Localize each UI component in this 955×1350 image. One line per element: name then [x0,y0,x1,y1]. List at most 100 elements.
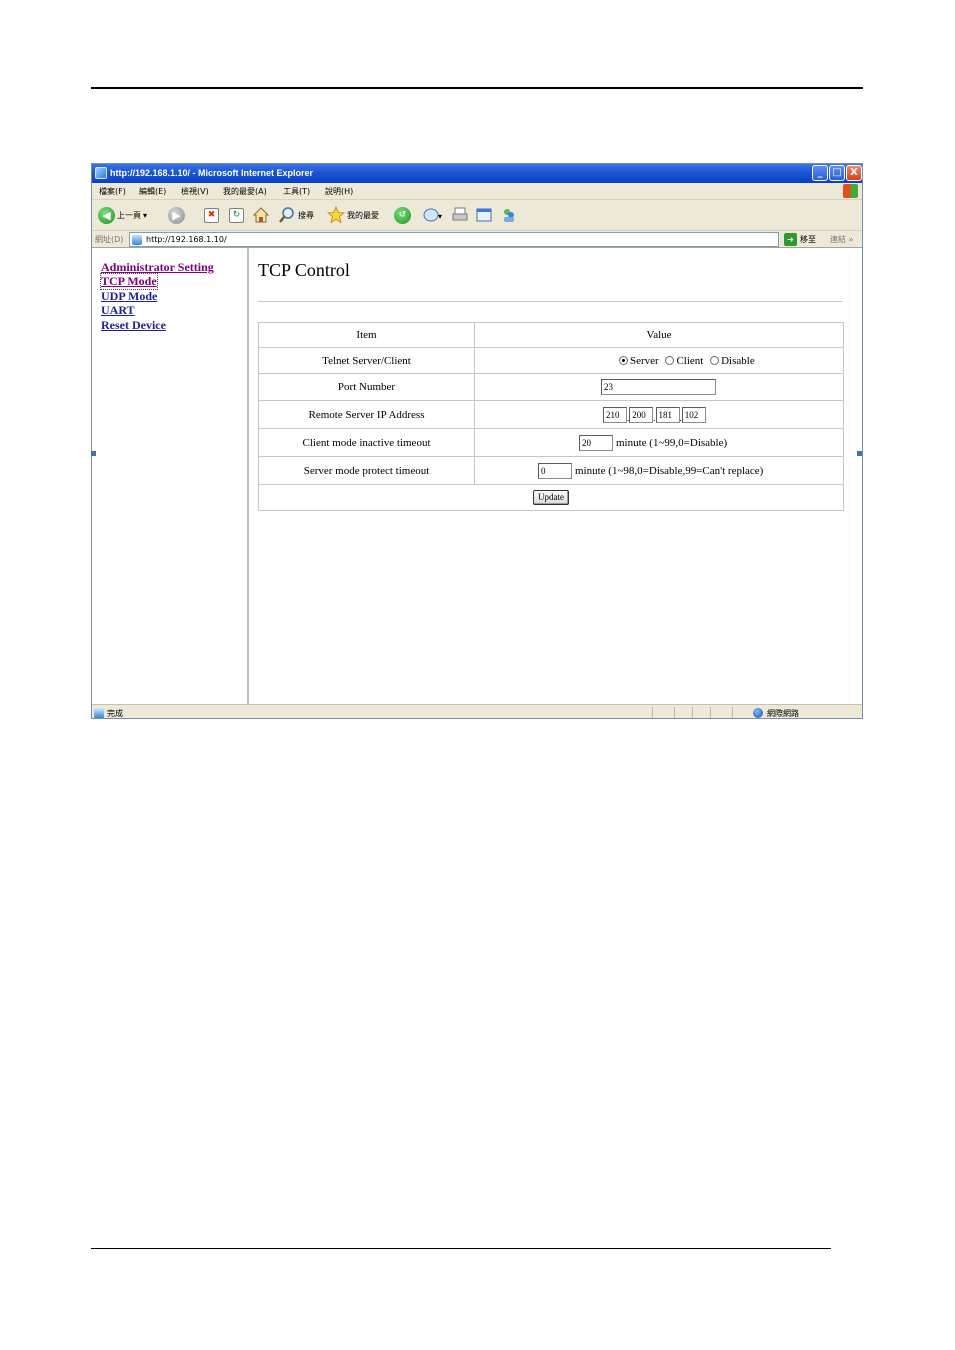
ip-octet-2-input[interactable]: 200 [629,406,654,423]
search-button[interactable]: 搜尋 [278,206,314,224]
minimize-button[interactable]: _ [812,165,828,181]
address-url: http://192.168.1.10/ [146,235,227,244]
page-icon [132,235,142,245]
windows-logo-icon [843,184,858,198]
update-cell: Update [258,484,844,511]
main-frame: TCP Control Item Value Telnet Server/Cli… [251,248,862,704]
server-timeout-input[interactable]: 0 [538,462,572,479]
resize-handle-right[interactable] [857,451,862,456]
nav-frame: Administrator Setting TCP Mode UDP Mode … [92,248,249,704]
menu-file[interactable]: 檔案(F) [99,186,126,197]
header-item: Item [258,322,475,348]
ie-icon [95,167,107,179]
menu-bar: 檔案(F) 編輯(E) 檢視(V) 我的最愛(A) 工具(T) 說明(H) [92,183,862,200]
server-timeout-unit: minute (1~98,0=Disable,99=Can't replace) [575,464,764,477]
client-timeout-unit: minute (1~99,0=Disable) [616,436,728,449]
telnet-client-radio[interactable] [665,355,675,365]
table-header-row: Item Value [258,322,844,348]
resize-handle-left[interactable] [91,451,96,456]
svg-text:▾: ▾ [438,212,442,221]
page-bottom-rule [91,1248,831,1249]
table-row: Port Number 23 [258,373,844,401]
mail-button[interactable]: ▾ [422,206,444,224]
telnet-label: Telnet Server/Client [258,347,475,374]
print-button[interactable] [451,206,469,224]
messenger-button[interactable] [500,206,518,224]
nav-link-uart[interactable]: UART [101,303,135,318]
status-divider [710,707,711,718]
table-row: Server mode protect timeout 0 minute (1~9… [258,456,844,485]
security-zone: 網際網路 [767,709,799,718]
telnet-server-radio[interactable] [619,355,628,365]
refresh-icon: ↻ [229,207,244,223]
telnet-disable-label: Disable [721,354,755,367]
home-icon [252,207,270,223]
server-timeout-cell: 0 minute (1~98,0=Disable,99=Can't replace… [474,456,844,485]
ip-octet-4-input[interactable]: 102 [681,406,706,423]
nav-link-reset-device[interactable]: Reset Device [101,318,166,333]
telnet-options: Server Client Disable [474,347,844,374]
messenger-icon [504,209,514,222]
mail-icon: ▾ [423,208,442,222]
nav-link-administrator-setting[interactable]: Administrator Setting [101,260,214,275]
nav-link-udp-mode[interactable]: UDP Mode [101,289,157,304]
stop-button[interactable]: ✖ [204,206,219,224]
internet-zone-icon [753,708,763,718]
edit-button[interactable] [475,206,493,224]
page-title: TCP Control [258,260,350,280]
address-input[interactable]: http://192.168.1.10/ [129,232,779,247]
links-label: 連結 [830,235,846,244]
forward-arrow-icon: ▶ [168,206,185,224]
print-icon [452,207,468,221]
ip-octet-3-input[interactable]: 181 [655,406,680,423]
page-top-rule [91,87,863,89]
back-dropdown-icon[interactable]: ▾ [143,211,147,220]
status-divider [674,707,675,718]
port-cell: 23 [474,373,844,401]
go-label: 移至 [800,235,816,244]
search-icon [279,207,294,223]
port-input[interactable]: 23 [601,379,716,395]
status-text: 完成 [107,709,123,718]
title-bar[interactable]: http://192.168.1.10/ - Microsoft Interne… [92,164,862,183]
browser-window: http://192.168.1.10/ - Microsoft Interne… [91,163,863,719]
favorites-star-icon [327,206,345,224]
history-button[interactable]: ↺ [394,206,411,224]
status-divider [652,707,653,718]
links-button[interactable]: 連結 » [830,234,853,245]
stop-icon: ✖ [204,207,219,223]
address-bar: 網址(D) http://192.168.1.10/ ➜ 移至 連結 » [92,231,862,248]
update-button[interactable]: Update [533,490,569,505]
page-done-icon [94,708,104,718]
client-timeout-label: Client mode inactive timeout [258,428,475,457]
home-button[interactable] [252,206,270,224]
refresh-button[interactable]: ↻ [229,206,244,224]
table-row: Client mode inactive timeout 20 minute (1… [258,428,844,457]
telnet-disable-radio[interactable] [710,355,720,365]
remote-ip-cell: 210. 200. 181. 102 [474,400,844,429]
client-timeout-input[interactable]: 20 [579,434,613,451]
go-button[interactable]: ➜ 移至 [784,233,816,246]
menu-view[interactable]: 檢視(V) [181,186,209,197]
page-content: Administrator Setting TCP Mode UDP Mode … [92,248,862,704]
menu-edit[interactable]: 編輯(E) [139,186,166,197]
ip-octet-1-input[interactable]: 210 [603,406,627,423]
status-divider [692,707,693,718]
header-value: Value [474,322,844,348]
favorites-button[interactable]: 我的最愛 [327,206,379,224]
status-divider [732,707,733,718]
back-label: 上一頁 [117,210,141,220]
telnet-server-label: Server [630,354,659,367]
menu-tools[interactable]: 工具(T) [283,186,310,197]
nav-link-tcp-mode[interactable]: TCP Mode [100,273,158,290]
tcp-control-table: Item Value Telnet Server/Client Server C… [258,322,844,511]
menu-help[interactable]: 說明(H) [325,186,353,197]
search-label: 搜尋 [298,210,314,220]
menu-favorites[interactable]: 我的最愛(A) [223,186,267,197]
favorites-label: 我的最愛 [347,210,379,220]
forward-button[interactable]: ▶ [168,206,185,224]
maximize-button[interactable]: □ [829,165,845,181]
back-button[interactable]: ◀ 上一頁 ▾ [98,206,147,224]
back-arrow-icon: ◀ [98,206,115,224]
close-button[interactable]: X [846,165,862,181]
